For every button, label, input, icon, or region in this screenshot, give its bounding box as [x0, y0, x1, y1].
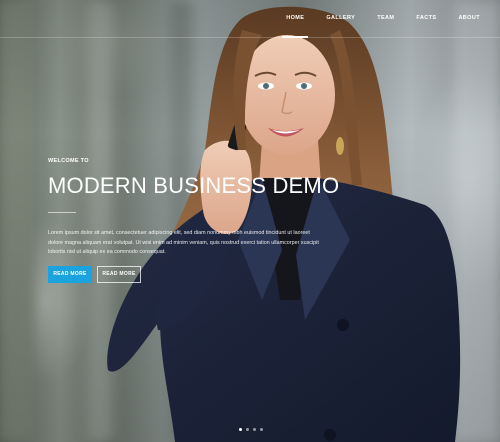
- jacket-button: [337, 319, 349, 331]
- iris-shape: [263, 83, 269, 89]
- read-more-button[interactable]: READ MORE: [48, 266, 92, 283]
- top-navigation: HOME GALLERY TEAM FACTS ABOUT: [0, 0, 500, 38]
- slider-dots: [239, 428, 263, 431]
- nav-menu: HOME GALLERY TEAM FACTS ABOUT: [264, 0, 480, 38]
- hero-eyebrow: WELCOME TO: [48, 158, 89, 164]
- nav-item-gallery[interactable]: GALLERY: [326, 0, 355, 37]
- hero-headline: MODERN BUSINESS DEMO: [48, 173, 340, 198]
- iris-shape: [301, 83, 307, 89]
- nav-item-home[interactable]: HOME: [282, 0, 309, 38]
- read-more-outline-button[interactable]: READ MORE: [97, 266, 141, 283]
- slider-dot[interactable]: [246, 428, 249, 431]
- headline-divider: [48, 212, 76, 213]
- slider-dot[interactable]: [260, 428, 263, 431]
- jacket-button: [324, 429, 336, 441]
- hero-woman-photo: [107, 6, 461, 442]
- hero-body-text: Lorem ipsum dolor sit amet, consectetuer…: [48, 230, 319, 256]
- slider-dot[interactable]: [253, 428, 256, 431]
- nav-item-facts[interactable]: FACTS: [416, 0, 436, 37]
- nav-item-team[interactable]: TEAM: [377, 0, 394, 37]
- slider-dot[interactable]: [239, 428, 242, 431]
- nav-item-about[interactable]: ABOUT: [458, 0, 480, 37]
- earring-shape: [336, 137, 344, 155]
